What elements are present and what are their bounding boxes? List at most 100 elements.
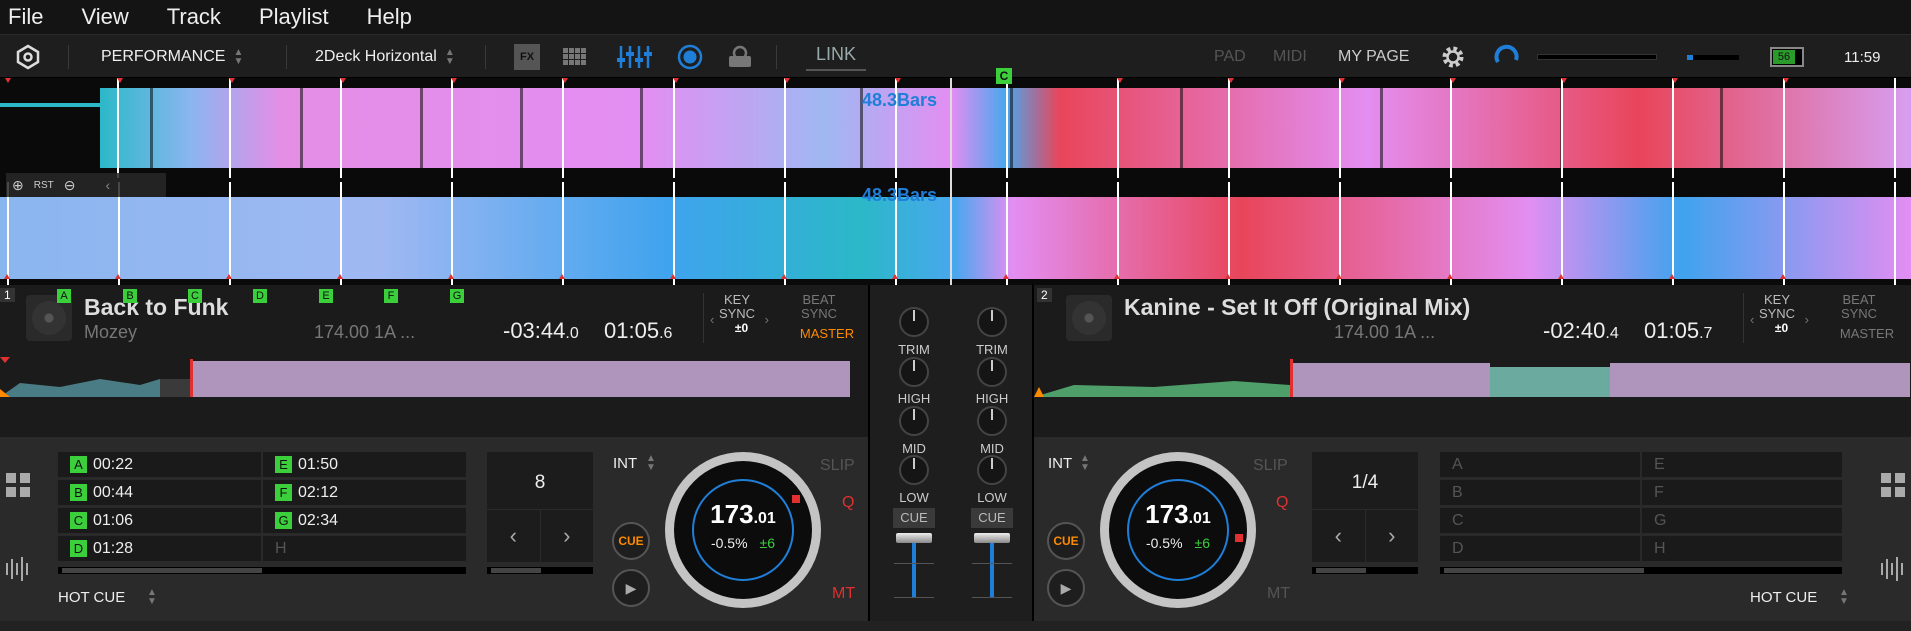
channel2-cue-button[interactable]: CUE xyxy=(971,508,1013,528)
zoom-in-icon[interactable]: ⊕ xyxy=(12,177,24,194)
deck1-key-sync-button[interactable]: ‹ KEY SYNC ±0 › xyxy=(703,293,769,343)
cue-marker[interactable]: G xyxy=(450,289,464,303)
hotcue-pad[interactable]: B xyxy=(1440,480,1640,505)
cue-marker[interactable]: A xyxy=(57,289,71,303)
chevron-left-icon[interactable]: ‹ xyxy=(105,177,110,193)
hotcue-pad[interactable]: D xyxy=(1440,536,1640,561)
low-knob-1[interactable] xyxy=(899,455,929,485)
chevron-right-icon[interactable]: › xyxy=(1805,313,1809,327)
deck1-master-button[interactable]: MASTER xyxy=(797,327,857,341)
hotcue-pad[interactable]: C 01:06 xyxy=(58,508,261,533)
loop-halve-button[interactable]: ‹ xyxy=(1312,509,1365,562)
cue-marker[interactable]: D xyxy=(253,289,267,303)
menu-view[interactable]: View xyxy=(81,4,128,30)
hotcue-pad[interactable]: H xyxy=(263,536,466,561)
waveform-view-icon[interactable] xyxy=(1879,555,1907,583)
deck2-jog-wheel[interactable]: 173.01 -0.5% ±6 xyxy=(1100,452,1256,608)
cue-marker[interactable]: F xyxy=(384,289,398,303)
pad-grid-icon[interactable] xyxy=(1879,471,1907,499)
waveform-area[interactable]: 48.3Bars 48.3Bars C ⊕ RST ⊖ ‹ xyxy=(0,68,1911,285)
record-icon[interactable] xyxy=(677,44,703,70)
deck2-beat-sync-button[interactable]: BEAT SYNC xyxy=(1839,293,1879,321)
hotcue-pad[interactable]: A 00:22 xyxy=(58,452,261,477)
updown-icon[interactable]: ▲ ▼ xyxy=(147,588,157,607)
loop-halve-button[interactable]: ‹ xyxy=(487,509,540,562)
zoom-reset-button[interactable]: RST xyxy=(34,180,54,191)
deck2-key-sync-button[interactable]: ‹ KEY SYNC ±0 › xyxy=(1743,293,1809,343)
menu-help[interactable]: Help xyxy=(367,4,412,30)
deck2-waveform[interactable] xyxy=(0,182,1911,285)
sampler-grid-icon[interactable] xyxy=(562,44,588,70)
deck1-beat-sync-button[interactable]: BEAT SYNC xyxy=(799,293,839,321)
pad-button[interactable]: PAD xyxy=(1214,35,1246,79)
deck1-slip-button[interactable]: SLIP xyxy=(820,457,855,475)
loop-double-button[interactable]: › xyxy=(539,509,593,562)
hotcue-pad[interactable]: G xyxy=(1642,508,1842,533)
chevron-left-icon[interactable]: ‹ xyxy=(710,313,714,327)
fx-button[interactable]: FX xyxy=(514,44,540,70)
loop-length[interactable]: 8 xyxy=(487,472,593,494)
menu-file[interactable]: File xyxy=(8,4,43,30)
loop-double-button[interactable]: › xyxy=(1364,509,1418,562)
menu-playlist[interactable]: Playlist xyxy=(259,4,329,30)
channel1-fader[interactable] xyxy=(896,533,932,543)
deck2-cue-button[interactable]: CUE xyxy=(1047,522,1085,560)
deck1-master-tempo-button[interactable]: MT xyxy=(832,585,855,603)
updown-icon[interactable]: ▲ ▼ xyxy=(1080,454,1090,473)
chevron-left-icon[interactable]: ‹ xyxy=(1750,313,1754,327)
link-button[interactable]: LINK xyxy=(806,41,866,71)
video-icon[interactable] xyxy=(727,44,753,70)
hotcue-pad[interactable]: H xyxy=(1642,536,1842,561)
rekordbox-logo-icon[interactable] xyxy=(15,44,41,70)
mixer-icon[interactable] xyxy=(617,44,653,70)
mode-select[interactable]: PERFORMANCE ▲ ▼ xyxy=(101,35,243,79)
midi-button[interactable]: MIDI xyxy=(1273,35,1307,79)
updown-icon[interactable]: ▲ ▼ xyxy=(646,454,656,473)
hotcue-pad[interactable]: A xyxy=(1440,452,1640,477)
hotcue-pad[interactable]: F 02:12 xyxy=(263,480,466,505)
channel2-fader[interactable] xyxy=(974,533,1010,543)
deck1-int-label[interactable]: INT xyxy=(613,455,637,472)
deck2-master-button[interactable]: MASTER xyxy=(1837,327,1897,341)
cue-marker[interactable]: E xyxy=(319,289,333,303)
mid-knob-2[interactable] xyxy=(977,406,1007,436)
hotcue-scrollbar[interactable] xyxy=(1440,567,1842,574)
channel1-cue-button[interactable]: CUE xyxy=(893,508,935,528)
hotcue-pad[interactable]: E 01:50 xyxy=(263,452,466,477)
hotcue-pad[interactable]: G 02:34 xyxy=(263,508,466,533)
deck2-overview-waveform[interactable] xyxy=(1034,357,1911,397)
hotcue-pad[interactable]: D 01:28 xyxy=(58,536,261,561)
hotcue-pad[interactable]: F xyxy=(1642,480,1842,505)
deck1-pad-mode[interactable]: HOT CUE xyxy=(58,589,125,606)
layout-select[interactable]: 2Deck Horizontal ▲ ▼ xyxy=(315,35,455,79)
hotcue-pad[interactable]: B 00:44 xyxy=(58,480,261,505)
deck1-cue-button[interactable]: CUE xyxy=(612,522,650,560)
trim-knob-1[interactable] xyxy=(899,307,929,337)
deck1-play-button[interactable]: ▶ xyxy=(612,569,650,607)
deck1-waveform[interactable] xyxy=(0,78,1911,178)
deck1-overview-waveform[interactable] xyxy=(0,357,868,397)
deck2-play-button[interactable]: ▶ xyxy=(1047,569,1085,607)
cue-marker[interactable]: C xyxy=(188,289,202,303)
hotcue-scrollbar[interactable] xyxy=(58,567,466,574)
high-knob-2[interactable] xyxy=(977,357,1007,387)
hotcue-pad[interactable]: C xyxy=(1440,508,1640,533)
trim-knob-2[interactable] xyxy=(977,307,1007,337)
deck1-jog-wheel[interactable]: 173.01 -0.5% ±6 xyxy=(665,452,821,608)
mid-knob-1[interactable] xyxy=(899,406,929,436)
high-knob-1[interactable] xyxy=(899,357,929,387)
cue-marker[interactable]: B xyxy=(123,289,137,303)
pad-grid-icon[interactable] xyxy=(4,471,32,499)
mypage-button[interactable]: MY PAGE xyxy=(1338,35,1409,79)
deck2-master-tempo-button[interactable]: MT xyxy=(1267,585,1290,603)
low-knob-2[interactable] xyxy=(977,455,1007,485)
loop-length[interactable]: 1/4 xyxy=(1312,472,1418,494)
waveform-view-icon[interactable] xyxy=(4,555,32,583)
deck2-quantize-button[interactable]: Q xyxy=(1276,494,1288,512)
deck1-quantize-button[interactable]: Q xyxy=(842,494,854,512)
gear-icon[interactable] xyxy=(1440,44,1466,70)
deck2-pad-mode[interactable]: HOT CUE xyxy=(1750,589,1817,606)
loop-scrollbar[interactable] xyxy=(1312,567,1418,574)
chevron-right-icon[interactable]: › xyxy=(765,313,769,327)
zoom-out-icon[interactable]: ⊖ xyxy=(64,177,76,194)
